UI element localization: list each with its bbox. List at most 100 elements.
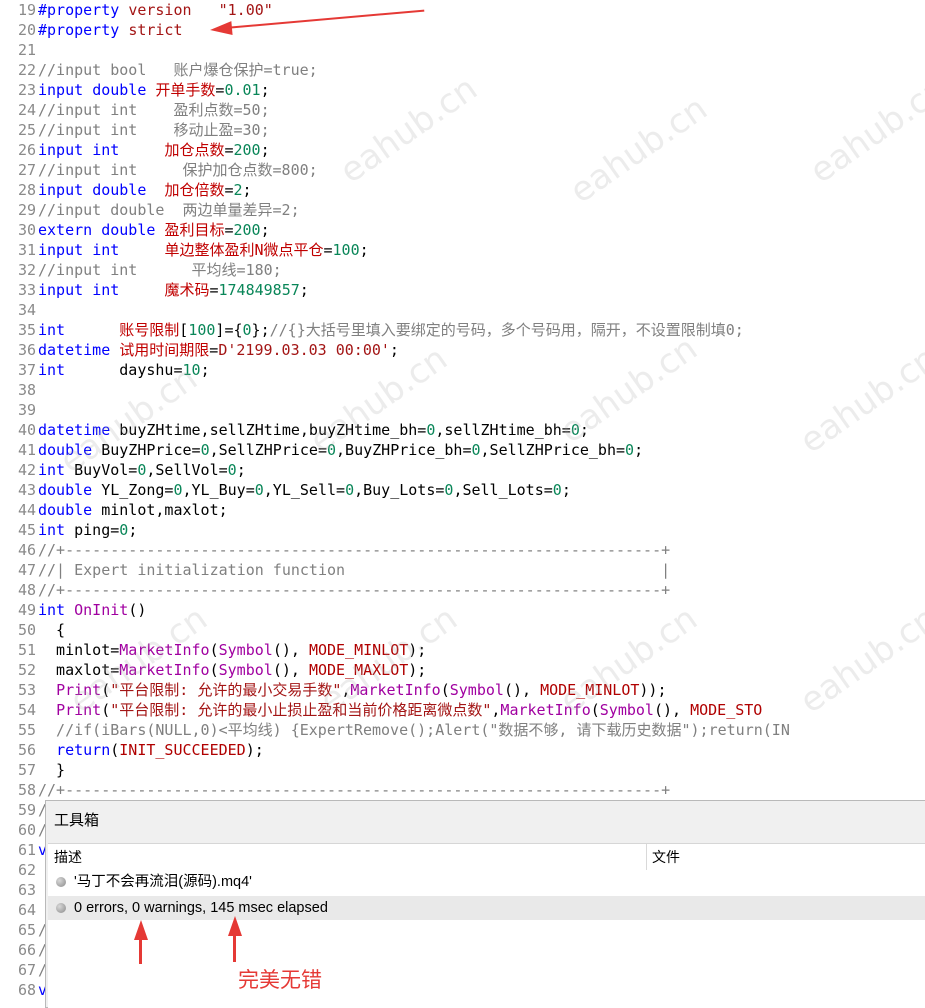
code-line[interactable]: 58//+-----------------------------------… [0,780,925,800]
code-line[interactable]: 32//input int 平均线=180; [0,260,925,280]
column-divider[interactable] [646,844,647,870]
code-token: "1.00" [218,1,273,19]
toolbox-table: 描述 文件 '马丁不会再流泪(源码).mq4' 0 errors, 0 warn… [48,843,925,1008]
line-number: 58 [17,781,36,799]
code-token: //+-------------------------------------… [38,781,671,799]
code-line[interactable]: 36 datetime 试用时间期限=D'2199.03.03 00:00'; [0,340,925,360]
code-line[interactable]: 44 double minlot,maxlot; [0,500,925,520]
code-line[interactable]: 21 [0,40,925,60]
code-line[interactable]: 57 } [0,760,925,780]
code-token: ping= [65,521,120,539]
code-line[interactable]: 46//+-----------------------------------… [0,540,925,560]
code-token: ); [245,741,264,759]
code-line[interactable]: 54 Print("平台限制: 允许的最小止损止盈和当前价格距离微点数",Mar… [0,700,925,720]
code-line[interactable]: 49 int OnInit() [0,600,925,620]
line-number: 20 [17,21,36,39]
code-token: input [38,181,84,199]
code-token: #property [38,1,120,19]
code-line[interactable]: 56 return(INIT_SUCCEEDED); [0,740,925,760]
code-token: } [38,761,66,779]
line-number: 64 [17,901,36,919]
line-number: 55 [17,721,36,739]
code-token: int [92,141,120,159]
compile-result-text: 0 errors, 0 warnings, 145 msec elapsed [74,900,328,916]
line-number: 59 [17,801,36,819]
code-token: ; [128,521,138,539]
code-token: int [38,321,66,339]
code-line[interactable]: 55 //if(iBars(NULL,0)<平均线) {ExpertRemove… [0,720,925,740]
code-token: //input bool [38,61,174,79]
message-row[interactable]: '马丁不会再流泪(源码).mq4' [48,870,925,894]
code-line[interactable]: 27//input int 保护加仓点数=800; [0,160,925,180]
annotation-label: 完美无错 [238,968,322,992]
line-number: 54 [17,701,36,719]
code-line[interactable]: 47//| Expert initialization function | [0,560,925,580]
code-line[interactable]: 45 int ping=0; [0,520,925,540]
code-token: datetime [38,341,111,359]
line-number: 31 [17,241,36,259]
code-token: 0 [471,441,481,459]
code-line[interactable]: 33 input int 魔术码=174849857; [0,280,925,300]
code-token: 单边整体盈利N微点平仓 [164,241,324,259]
message-row-selected[interactable]: 0 errors, 0 warnings, 145 msec elapsed [48,896,925,920]
code-token: ( [209,661,219,679]
line-number: 60 [17,821,36,839]
code-token: 0 [254,481,264,499]
code-token: 0 [426,421,436,439]
code-token: 0 [625,441,635,459]
code-line[interactable]: 31 input int 单边整体盈利N微点平仓=100; [0,240,925,260]
code-token: double [101,221,156,239]
code-line[interactable]: 30 extern double 盈利目标=200; [0,220,925,240]
line-number: 37 [17,361,36,379]
code-token: int [38,461,66,479]
code-line[interactable]: 37 int dayshu=10; [0,360,925,380]
message-text: '马丁不会再流泪(源码).mq4' [74,874,252,890]
line-number: 42 [17,461,36,479]
line-number: 63 [17,881,36,899]
line-number: 62 [17,861,36,879]
code-line[interactable]: 43 double YL_Zong=0,YL_Buy=0,YL_Sell=0,Bu… [0,480,925,500]
code-token: 盈利目标 [164,221,225,239]
annotation-arrow-up-icon [228,916,242,936]
code-token: ; [236,461,246,479]
code-token: =180; [236,261,282,279]
code-token: 0 [345,481,355,499]
line-number: 44 [17,501,36,519]
code-token: (), [272,641,309,659]
line-number: 30 [17,221,36,239]
line-number: 23 [17,81,36,99]
code-token: int [92,241,120,259]
code-line[interactable]: 20 #property strict [0,20,925,40]
code-token: int [38,601,66,619]
code-line[interactable]: 28 input double 加仓倍数=2; [0,180,925,200]
code-token: 盈利点数 [173,101,234,119]
code-line[interactable]: 42 int BuyVol=0,SellVol=0; [0,460,925,480]
code-line[interactable]: 19 #property version "1.00" [0,0,925,20]
code-line[interactable]: 41 double BuyZHPrice=0,SellZHPrice=0,BuyZ… [0,440,925,460]
code-line[interactable]: 48//+-----------------------------------… [0,580,925,600]
code-token: Symbol [599,701,654,719]
code-token: //if(iBars(NULL,0)<平均线) {ExpertRemove();… [38,721,790,739]
code-token: 试用时间期限 [119,341,210,359]
code-token: 100 [188,321,216,339]
code-line[interactable]: 34 [0,300,925,320]
code-token: //+-------------------------------------… [38,541,671,559]
code-token: int [38,521,66,539]
code-line[interactable]: 25//input int 移动止盈=30; [0,120,925,140]
line-number: 53 [17,681,36,699]
code-token: (), [272,661,309,679]
code-token: INIT_SUCCEEDED [119,741,246,759]
code-line[interactable]: 26 input int 加仓点数=200; [0,140,925,160]
code-token: }; [251,321,270,339]
column-header-description[interactable]: 描述 [54,844,82,870]
code-line[interactable]: 29//input double 两边单量差异=2; [0,200,925,220]
code-token: 账户爆仓保护 [173,61,264,79]
column-header-file[interactable]: 文件 [652,844,680,870]
code-token: D'2199.03.03 00:00' [218,341,390,359]
code-token: ]={ [215,321,243,339]
code-line[interactable]: 35 int 账号限制[100]={0};//{}大括号里填入要绑定的号码，多个号… [0,320,925,340]
line-number: 24 [17,101,36,119]
line-number: 45 [17,521,36,539]
